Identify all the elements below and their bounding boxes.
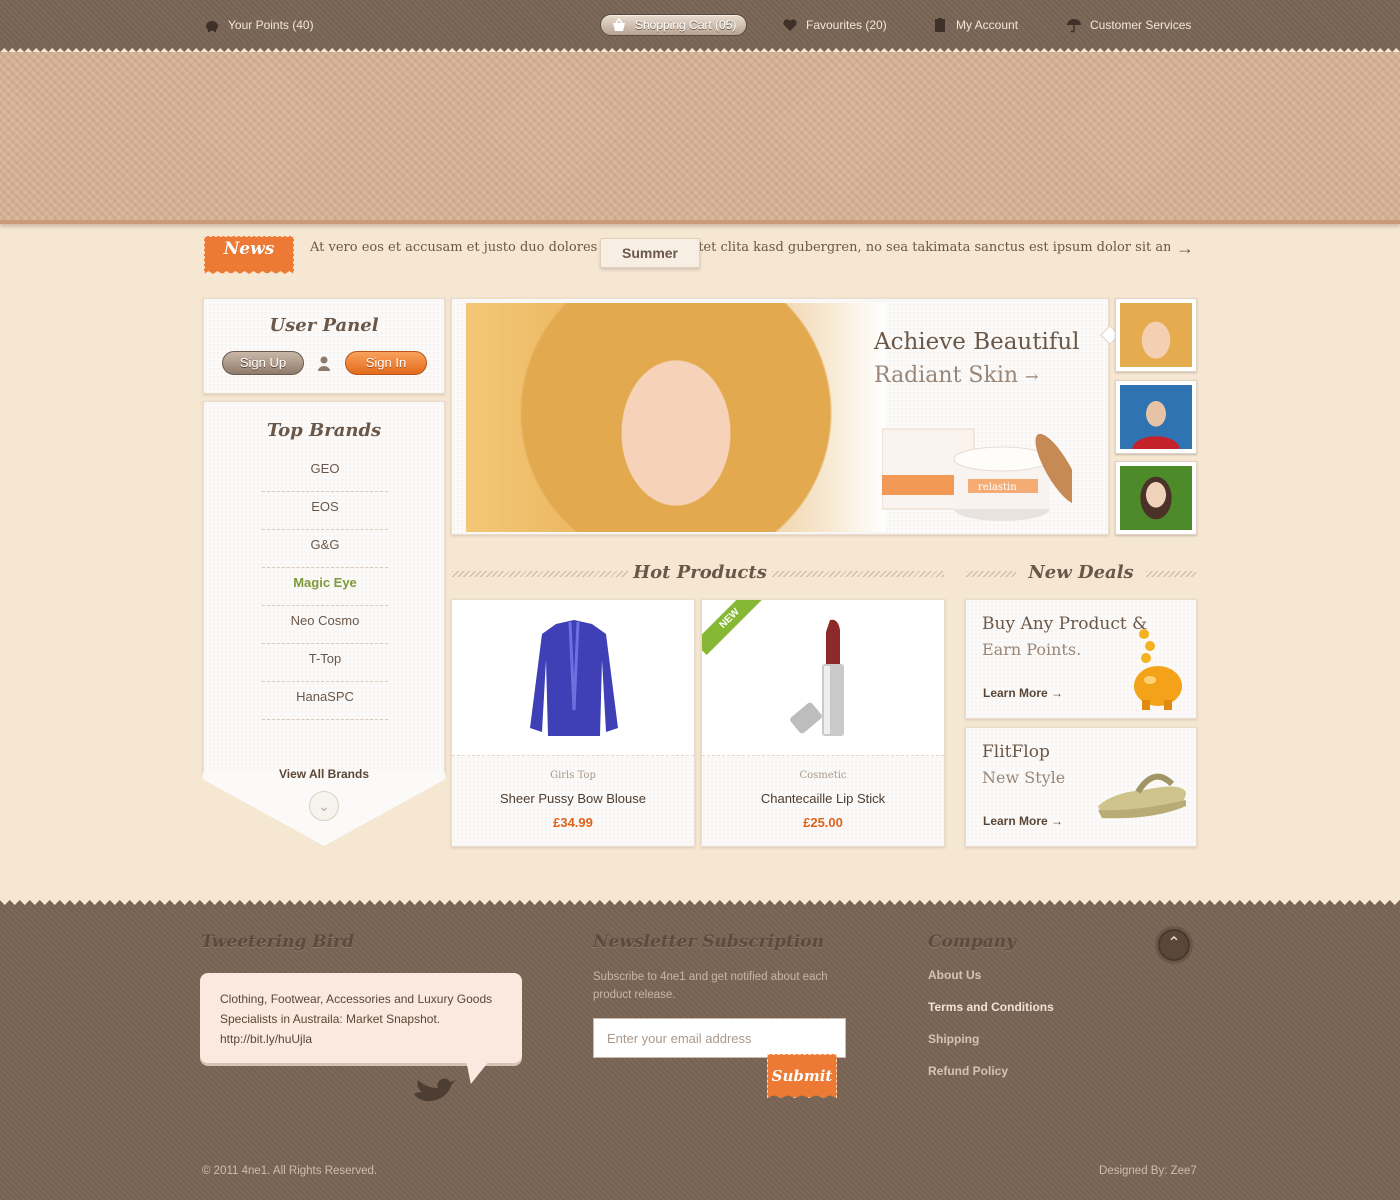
piggy-bank-icon <box>206 21 218 32</box>
copyright-text: © 2011 4ne1. All Rights Reserved. <box>202 1165 378 1177</box>
tweet-bubble: Clothing, Footwear, Accessories and Luxu… <box>200 973 522 1063</box>
hero-slider: Achieve Beautiful Radiant Skin → relasti… <box>451 298 1109 535</box>
nav-points[interactable]: Your Points (40) <box>204 14 314 36</box>
hero-thumb-2[interactable] <box>1115 380 1197 454</box>
brand-item-t-top[interactable]: T-Top <box>262 644 388 682</box>
nav-shopping-cart[interactable]: Shopping Cart (05) <box>600 14 748 36</box>
cream-jar-image: relastin <box>882 428 1072 521</box>
nav-services-label: Customer Services <box>1090 18 1192 32</box>
deal-card-fitflop[interactable]: FlitFlop New Style Learn More → <box>965 727 1197 847</box>
deal-card-points[interactable]: Buy Any Product & Earn Points. Learn Mor… <box>965 599 1197 719</box>
brand-item-gg[interactable]: G&G <box>262 530 388 568</box>
divider-rule <box>966 571 1016 577</box>
divider-rule <box>1146 571 1196 577</box>
tweet-section-title: Tweetering Bird <box>201 932 354 952</box>
product-category: Girls Top <box>550 770 596 781</box>
hot-products-title: Hot Products <box>633 562 767 583</box>
clipboard-icon <box>935 18 945 32</box>
learn-more-link[interactable]: Learn More → <box>983 686 1063 700</box>
nav-customer-services[interactable]: Customer Services <box>1066 14 1191 36</box>
nav-favourites-label: Favourites (20) <box>806 18 887 32</box>
divider-rule <box>452 571 628 577</box>
thumb-image-1 <box>1120 303 1192 367</box>
news-ticker-text: At vero eos et accusam et justo duo dolo… <box>310 240 1170 255</box>
nav-cart-label: Shopping Cart (05) <box>635 18 737 32</box>
brand-item-magic-eye[interactable]: Magic Eye <box>262 568 388 606</box>
deal-title: FlitFlop <box>982 742 1050 762</box>
brand-item-hanaspc[interactable]: HanaSPC <box>262 682 388 720</box>
nav-my-account[interactable]: My Account <box>932 14 1018 36</box>
footer-link-refund[interactable]: Refund Policy <box>928 1064 1054 1096</box>
newsletter-description: Subscribe to 4ne1 and get notified about… <box>593 971 828 1001</box>
tweet-text-line-1: Clothing, Footwear, Accessories and Luxu… <box>220 992 493 1006</box>
product-price: £25.00 <box>803 815 843 830</box>
company-title: Company <box>928 932 1016 952</box>
sign-in-button[interactable]: Sign In <box>345 351 427 375</box>
product-price: £34.99 <box>553 815 593 830</box>
jar-brand-label: relastin <box>978 482 1017 493</box>
brand-item-geo[interactable]: GEO <box>262 454 388 492</box>
user-panel-title: User Panel <box>269 315 379 336</box>
heart-icon <box>783 19 797 31</box>
brand-list: GEO EOS G&G Magic Eye Neo Cosmo T-Top Ha… <box>262 454 388 720</box>
new-deals-title: New Deals <box>1028 562 1134 583</box>
newsletter-title: Newsletter Subscription <box>593 932 824 952</box>
email-input[interactable] <box>593 1018 846 1058</box>
nav-points-label: Your Points (40) <box>228 18 314 32</box>
hero-title: Achieve Beautiful <box>874 329 1080 355</box>
view-all-brands-link[interactable]: View All Brands <box>203 767 445 781</box>
topbar-zigzag-edge <box>0 44 1400 52</box>
brand-item-neo-cosmo[interactable]: Neo Cosmo <box>262 606 388 644</box>
product-card-blouse[interactable]: Girls Top Sheer Pussy Bow Blouse £34.99 <box>451 599 695 847</box>
deal-subtitle: New Style <box>982 768 1066 787</box>
lipstick-image <box>790 619 844 736</box>
chevron-up-icon[interactable]: ⌃ <box>1155 926 1193 964</box>
summer-tab[interactable]: Summer <box>600 238 700 268</box>
hero-subtitle-text: Radiant Skin <box>874 363 1019 388</box>
top-brands-panel: Top Brands GEO EOS G&G Magic Eye Neo Cos… <box>203 401 445 773</box>
chevron-down-icon[interactable]: ⌄ <box>309 791 339 821</box>
blouse-image <box>530 620 618 736</box>
piggy-bank-icon <box>1134 629 1182 710</box>
tweet-link[interactable]: http://bit.ly/huUjla <box>220 1029 502 1049</box>
sign-up-button[interactable]: Sign Up <box>222 351 304 375</box>
sandal-image <box>1098 773 1186 819</box>
deal-subtitle: Earn Points. <box>982 640 1082 659</box>
product-image-blouse <box>452 600 694 756</box>
nav-account-label: My Account <box>956 18 1019 32</box>
hero-subtitle[interactable]: Radiant Skin → <box>874 363 1038 388</box>
user-icon <box>318 356 330 371</box>
news-tag: News <box>204 236 294 274</box>
top-nav-bar: Your Points (40) Shopping Cart (05) Favo… <box>0 0 1400 48</box>
twitter-bird-icon <box>414 1078 456 1102</box>
submit-button[interactable]: Submit <box>767 1054 837 1098</box>
nav-favourites[interactable]: Favourites (20) <box>782 14 887 36</box>
product-card-lipstick[interactable]: NEW Cosmetic Chantecaille Lip Stick £25.… <box>701 599 945 847</box>
learn-more-link[interactable]: Learn More → <box>983 814 1063 828</box>
hero-thumb-3[interactable] <box>1115 461 1197 535</box>
basket-icon <box>613 17 625 31</box>
top-brands-title: Top Brands <box>266 420 382 441</box>
hero-model-image <box>466 303 886 532</box>
deal-title: Buy Any Product & <box>982 614 1148 634</box>
brand-item-eos[interactable]: EOS <box>262 492 388 530</box>
footer-link-shipping[interactable]: Shipping <box>928 1032 1054 1064</box>
product-name[interactable]: Chantecaille Lip Stick <box>702 791 944 806</box>
arrow-right-icon: → <box>1025 367 1039 386</box>
thumb-image-2 <box>1120 385 1192 449</box>
header-banner <box>0 52 1400 224</box>
umbrella-icon <box>1067 19 1081 33</box>
footer-link-about-us[interactable]: About Us <box>928 968 1054 1000</box>
company-links: About Us Terms and Conditions Shipping R… <box>928 968 1054 1096</box>
product-category: Cosmetic <box>799 770 847 781</box>
footer-link-terms[interactable]: Terms and Conditions <box>928 1000 1054 1032</box>
thumb-image-3 <box>1120 466 1192 530</box>
product-name[interactable]: Sheer Pussy Bow Blouse <box>452 791 694 806</box>
user-panel: User Panel Sign Up Sign In <box>203 298 445 394</box>
hero-thumb-1[interactable] <box>1115 298 1197 372</box>
tweet-text-line-2: Specialists in Austraila: Market Snapsho… <box>220 1012 441 1026</box>
divider-rule <box>772 571 944 577</box>
designed-by-text: Designed By: Zee7 <box>1099 1165 1197 1177</box>
news-next-arrow[interactable]: → <box>1176 238 1194 259</box>
